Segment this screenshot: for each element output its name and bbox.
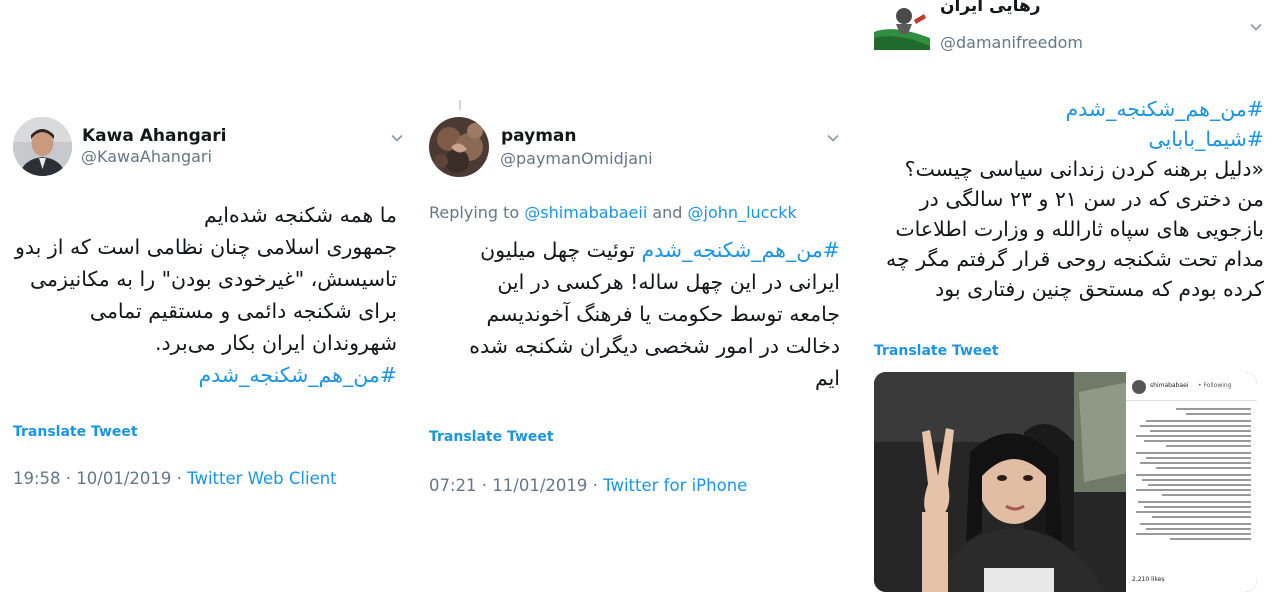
source-link[interactable]: Twitter Web Client — [187, 469, 337, 488]
reply-and: and — [647, 203, 688, 222]
insta-caption-text — [1136, 408, 1251, 540]
translate-tweet-link[interactable]: Translate Tweet — [429, 429, 554, 445]
chevron-down-icon[interactable] — [825, 130, 841, 146]
tweet-payman: payman @paymanOmidjani Replying to @shim… — [415, 0, 858, 584]
tweet-text-line: مدام تحت شکنجه روحی قرار گرفتم مگر چه — [886, 247, 1264, 271]
author-name[interactable]: رهایی ایران — [940, 0, 1041, 16]
avatar[interactable] — [874, 0, 930, 50]
translate-tweet-link[interactable]: Translate Tweet — [13, 424, 138, 440]
mention-link[interactable]: @shimababaeii — [524, 203, 647, 222]
tweet-text-line: شهروندان ایران بکار می‌برد. — [155, 331, 397, 355]
author-handle[interactable]: @KawaAhangari — [81, 147, 212, 166]
timestamp-text[interactable]: 19:58 · 10/01/2019 · — [13, 469, 187, 488]
reply-prefix: Replying to — [429, 203, 525, 222]
translate-tweet-link[interactable]: Translate Tweet — [874, 343, 999, 359]
avatar-image — [429, 117, 489, 177]
chevron-down-icon[interactable] — [389, 130, 405, 146]
tweet-text-fragment: توئیت چهل میلیون — [480, 238, 642, 262]
photo-woman-protest — [874, 372, 1134, 592]
avatar-image — [874, 0, 930, 50]
timestamp-text[interactable]: 07:21 · 11/01/2019 · — [429, 476, 603, 495]
tweet-text-line: تاسیسش، "غیرخودی بودن" را به مکانیزمی — [29, 267, 397, 291]
tweet-text-line: کرده بودم که مستحق چنین رفتاری بود — [935, 277, 1264, 301]
tweet-text-line: ایرانی در این چهل ساله! هرکسی در این — [497, 270, 840, 294]
tweet-text-line: «دلیل برهنه کردن زندانی سیاسی چیست؟ — [904, 157, 1264, 181]
insta-divider — [1126, 400, 1257, 401]
insta-username: shimababaei — [1150, 382, 1189, 389]
tweet-text-line: دخالت در امور شخصی دیگران شکنجه شده — [469, 334, 840, 358]
tweet-kawa-ahangari: Kawa Ahangari @KawaAhangari ما همه شکنجه… — [0, 0, 415, 584]
tweet-text: #من_هم_شکنجه_شدم #شیما_بابایی «دلیل برهن… — [864, 94, 1264, 304]
tweet-text-line: بازجویی های سپاه ثارالله و وزارت اطلاعات — [895, 217, 1264, 241]
tweet-text-line: ما همه شکنجه شده‌ایم — [203, 203, 397, 227]
tweet-text-line: من دختری که در سن ۲۱ و ۲۳ سالگی در — [919, 187, 1264, 211]
hashtag-link[interactable]: #من_هم_شکنجه_شدم — [641, 238, 840, 262]
insta-avatar — [1132, 380, 1146, 394]
tweet-text: ما همه شکنجه شده‌ایم جمهوری اسلامی چنان … — [7, 199, 397, 391]
thread-line — [459, 100, 461, 110]
avatar[interactable] — [13, 117, 72, 176]
hashtag-link[interactable]: #من_هم_شکنجه_شدم — [864, 94, 1264, 124]
insta-likes: 2,210 likes — [1132, 576, 1165, 583]
tweet-timestamp: 19:58 · 10/01/2019 · Twitter Web Client — [13, 469, 337, 488]
author-name[interactable]: Kawa Ahangari — [82, 126, 226, 146]
tweet-text-line: ایم — [814, 366, 840, 390]
tweet-text: #من_هم_شکنجه_شدم توئیت چهل میلیون ایرانی… — [420, 234, 840, 394]
tweet-timestamp: 07:21 · 11/01/2019 · Twitter for iPhone — [429, 476, 747, 495]
tweet-text-line: #من_هم_شکنجه_شدم توئیت چهل میلیون — [420, 234, 840, 266]
tweet-damanifreedom: رهایی ایران @damanifreedom #من_هم_شکنجه_… — [858, 0, 1280, 592]
avatar-image — [13, 117, 72, 176]
author-name[interactable]: payman — [501, 126, 577, 146]
hashtag-link[interactable]: #من_هم_شکنجه_شدم — [7, 359, 397, 391]
avatar[interactable] — [429, 117, 489, 177]
tweet-text-line: جمهوری اسلامی چنان نظامی است که از بدو — [14, 235, 397, 259]
source-link[interactable]: Twitter for iPhone — [603, 476, 747, 495]
hashtag-link[interactable]: #شیما_بابایی — [864, 124, 1264, 154]
insta-follow: • Following — [1198, 382, 1232, 389]
mention-link[interactable]: @john_lucckk — [688, 203, 797, 222]
tweet-text-line: برای شکنجه دائمی و مستقیم تمامی — [89, 299, 397, 323]
author-handle[interactable]: @paymanOmidjani — [500, 149, 653, 168]
instagram-screenshot: shimababaei • Following 2,210 likes — [1126, 372, 1257, 592]
replying-to: Replying to @shimababaeii and @john_lucc… — [429, 203, 797, 222]
chevron-down-icon[interactable] — [1248, 19, 1264, 35]
tweet-text-line: جامعه توسط حکومت یا فرهنگ آخوندیسم — [486, 302, 840, 326]
tweet-media-image[interactable]: shimababaei • Following 2,210 likes — [874, 372, 1257, 592]
author-handle[interactable]: @damanifreedom — [940, 33, 1083, 52]
